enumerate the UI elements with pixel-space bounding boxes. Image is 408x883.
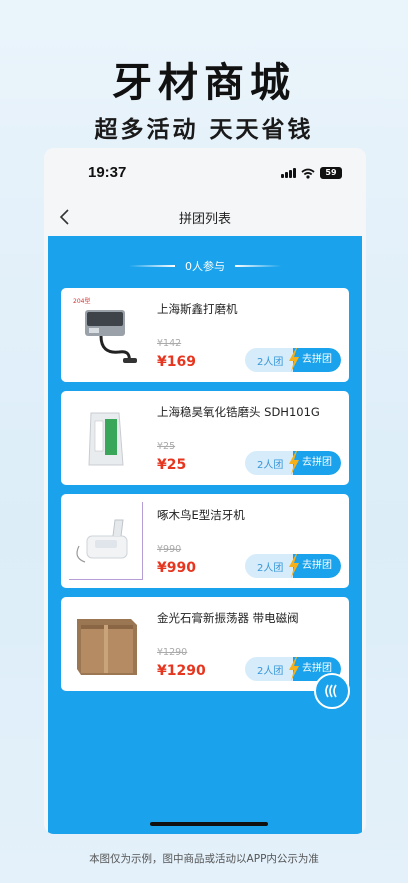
group-list: 0人参与 204型 上海斯鑫打磨机 ¥142 ¥169 2人团 去拼团 上海稳昊…: [48, 236, 362, 834]
join-group-button[interactable]: 2人团 去拼团: [245, 554, 341, 578]
wifi-icon: [301, 168, 315, 179]
join-group-button[interactable]: 2人团 去拼团: [245, 451, 341, 475]
product-name: 金光石膏新振荡器 带电磁阀: [157, 611, 299, 625]
battery-icon: 59: [320, 167, 342, 179]
divider-right: [235, 265, 281, 267]
product-card[interactable]: 啄木鸟E型洁牙机 ¥990 ¥990 2人团 去拼团: [61, 494, 349, 588]
product-image: [71, 399, 141, 477]
page-title: 拼团列表: [178, 212, 231, 227]
group-size-label: 2人团: [257, 563, 284, 574]
home-indicator: [150, 822, 268, 826]
group-size-label: 2人团: [257, 666, 284, 677]
product-image: [71, 605, 141, 683]
group-size-label: 2人团: [257, 357, 284, 368]
lightning-icon: [289, 657, 299, 681]
group-price: ¥990: [157, 560, 196, 576]
status-bar: 19:37 59: [44, 148, 366, 198]
promo-title: 牙材商城: [112, 60, 296, 106]
original-price: ¥142: [157, 338, 182, 349]
original-price: ¥25: [157, 441, 176, 452]
nav-bar: 拼团列表: [44, 198, 366, 236]
scaler-image: [76, 519, 128, 563]
participants-count: 0人参与: [185, 260, 225, 273]
divider-left: [129, 265, 175, 267]
floating-action-button[interactable]: [314, 673, 350, 709]
vibrator-box-image: [77, 619, 137, 675]
original-price: ¥990: [157, 544, 182, 555]
promo-subtitle: 超多活动 天天省钱: [94, 117, 314, 143]
product-name: 上海斯鑫打磨机: [157, 302, 238, 316]
phone-screen: 19:37 59 拼团列表 0人参与 204型 上海斯鑫打磨机 ¥142 ¥16…: [44, 148, 366, 834]
sound-wave-icon: [325, 684, 337, 698]
product-card[interactable]: 上海稳昊氧化锆磨头 SDH101G ¥25 ¥25 2人团 去拼团: [61, 391, 349, 485]
original-price: ¥1290: [157, 647, 188, 658]
lightning-icon: [289, 348, 299, 372]
disclaimer-text: 本图仅为示例，图中商品或活动以APP内公示为准: [89, 853, 319, 865]
product-card[interactable]: 204型 上海斯鑫打磨机 ¥142 ¥169 2人团 去拼团: [61, 288, 349, 382]
participants-header: 0人参与: [48, 258, 362, 274]
sander-image: [85, 310, 137, 363]
join-group-button[interactable]: 2人团 去拼团: [245, 348, 341, 372]
group-price: ¥169: [157, 354, 196, 370]
product-card[interactable]: 金光石膏新振荡器 带电磁阀 ¥1290 ¥1290 2人团 去拼团: [61, 597, 349, 691]
lightning-icon: [289, 554, 299, 578]
product-name: 啄木鸟E型洁牙机: [157, 508, 245, 522]
status-time: 19:37: [88, 164, 127, 181]
signal-icon: [281, 168, 296, 178]
status-icons: 59: [281, 167, 342, 179]
milling-bur-image: [88, 412, 124, 466]
lightning-icon: [289, 451, 299, 475]
group-price: ¥25: [157, 457, 187, 473]
product-name: 上海稳昊氧化锆磨头 SDH101G: [157, 405, 320, 419]
group-size-label: 2人团: [257, 460, 284, 471]
product-image: [69, 502, 143, 580]
product-image: 204型: [71, 296, 141, 374]
group-price: ¥1290: [157, 663, 206, 679]
